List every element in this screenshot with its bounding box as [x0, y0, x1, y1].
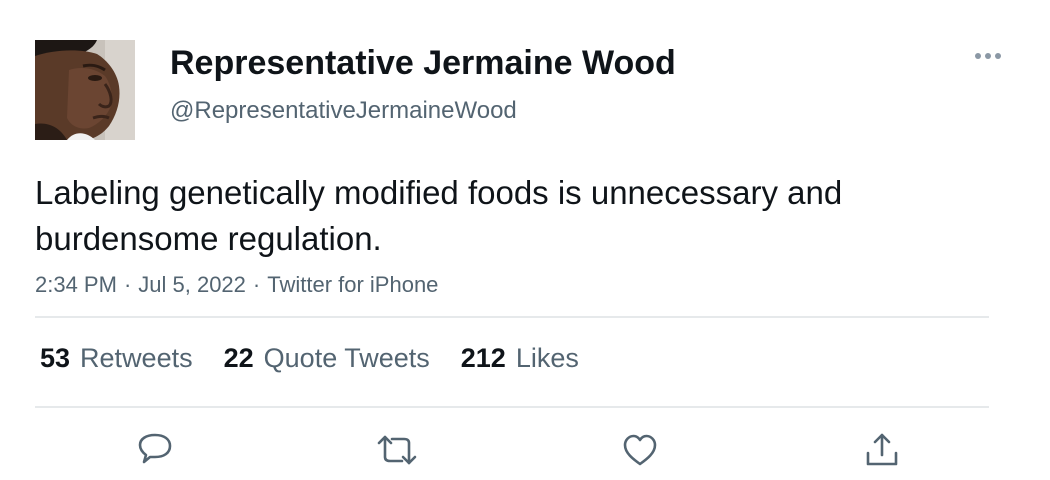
more-options-button[interactable]: [968, 42, 1008, 70]
author-display-name[interactable]: Representative Jermaine Wood: [170, 43, 676, 83]
reply-icon: [138, 433, 172, 464]
meta-separator: ·: [123, 272, 132, 297]
share-icon: [866, 433, 898, 466]
likes-stat[interactable]: 212 Likes: [461, 340, 579, 376]
divider: [35, 316, 989, 318]
tweet-source[interactable]: Twitter for iPhone: [267, 272, 438, 297]
likes-count: 212: [460, 343, 506, 373]
author-avatar[interactable]: [35, 40, 135, 140]
more-icon: [975, 53, 1001, 59]
share-button[interactable]: [860, 428, 904, 472]
retweets-label: Retweets: [80, 343, 193, 373]
likes-label: Likes: [515, 343, 579, 373]
meta-separator: ·: [252, 272, 261, 297]
like-button[interactable]: [618, 428, 662, 472]
reply-button[interactable]: [133, 428, 177, 472]
retweets-stat[interactable]: 53 Retweets: [40, 340, 193, 376]
quote-tweets-stat[interactable]: 22 Quote Tweets: [224, 340, 430, 376]
tweet-text: Labeling genetically modified foods is u…: [35, 174, 843, 257]
tweet-date[interactable]: Jul 5, 2022: [138, 272, 246, 297]
like-icon: [623, 434, 657, 466]
retweets-count: 53: [40, 343, 71, 373]
author-handle[interactable]: @RepresentativeJermaineWood: [170, 96, 517, 126]
tweet-time[interactable]: 2:34 PM: [35, 272, 117, 297]
retweet-icon: [377, 435, 417, 465]
quote-tweets-count: 22: [223, 343, 254, 373]
avatar-image: [35, 40, 135, 140]
divider: [35, 406, 989, 408]
retweet-button[interactable]: [375, 428, 419, 472]
quote-tweets-label: Quote Tweets: [263, 343, 430, 373]
tweet-meta: 2:34 PM · Jul 5, 2022 · Twitter for iPhone: [35, 271, 438, 299]
tweet-stats: 53 Retweets 22 Quote Tweets 212 Likes: [40, 340, 610, 376]
